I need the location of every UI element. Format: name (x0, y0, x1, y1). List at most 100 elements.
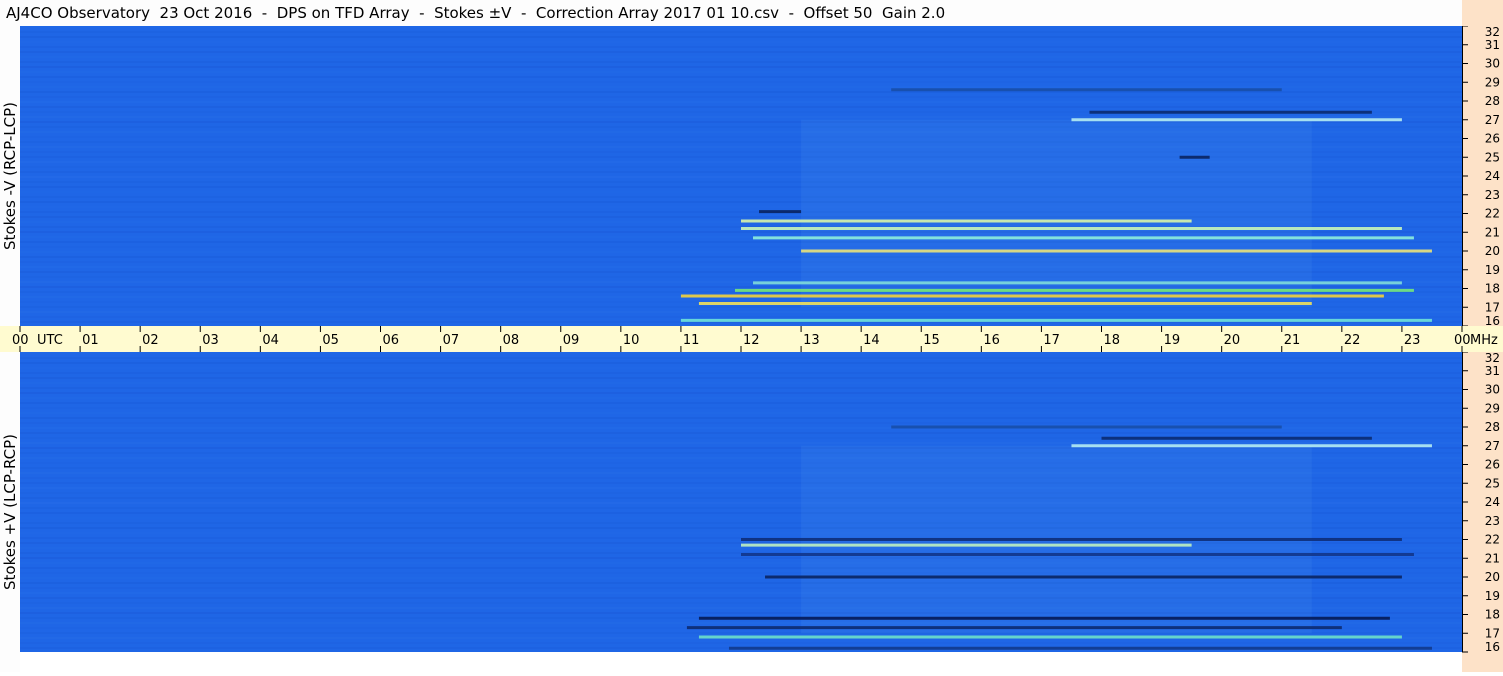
background-band (20, 316, 1462, 318)
time-tick-label: 10 (623, 333, 640, 348)
background-band (20, 407, 1462, 409)
emission-band (1101, 436, 1372, 440)
page-title: AJ4CO Observatory 23 Oct 2016 - DPS on T… (0, 0, 1462, 26)
emission-band (765, 575, 1402, 579)
time-tick-label: 13 (803, 333, 820, 348)
time-tick-label: 03 (202, 333, 219, 348)
background-band (20, 397, 1462, 399)
background-band (20, 81, 1462, 83)
background-band (20, 402, 1462, 404)
background-band (20, 357, 1462, 359)
emission-band (1179, 155, 1210, 159)
frequency-tick-label: 24 (1485, 495, 1500, 509)
time-tick-label: 02 (142, 333, 159, 348)
top-panel-ylabel-area: Stokes -V (RCP-LCP) (0, 26, 20, 326)
time-tick-label: 18 (1104, 333, 1121, 348)
bottom-frequency-axis: 16 17 18 19 20 21 22 23 24 25 26 27 28 29 30 31 32 (1462, 351, 1503, 672)
frequency-tick-label: 16 (1485, 640, 1500, 654)
frequency-tick-label: 19 (1485, 263, 1500, 277)
time-tick-label: 00 (12, 333, 29, 348)
time-tick-label: 23 (1404, 333, 1421, 348)
background-band (20, 66, 1462, 68)
bottom-frequency-axis-svg: 1617 18 19 20 21 22 23 24 25 26 27 28 29 30 3132 (1462, 351, 1500, 654)
frequency-tick-label: 21 (1485, 225, 1500, 239)
background-band (20, 432, 1462, 434)
background-band (20, 352, 1462, 354)
time-axis: 00 01 02 03 04 05 06 07 08 09 10 11 12 13 14 15 16 17 18 19… (0, 326, 1503, 352)
time-tick-label: 04 (262, 333, 279, 348)
top-panel-ylabel: Stokes -V (RCP-LCP) (1, 102, 19, 250)
frequency-tick-label: 23 (1485, 514, 1500, 528)
frequency-tick-label: 19 (1485, 589, 1500, 603)
frequency-tick-label: 20 (1485, 570, 1500, 584)
frequency-tick-label: 27 (1485, 113, 1500, 127)
time-tick-label: 01 (82, 333, 99, 348)
frequency-tick-label: 32 (1485, 352, 1500, 365)
emission-band (891, 88, 1282, 92)
time-tick-label: 21 (1284, 333, 1301, 348)
background-band (20, 642, 1462, 644)
emission-band (728, 646, 1432, 650)
axis-corner (1462, 0, 1503, 26)
time-tick-label: 16 (983, 333, 1000, 348)
frequency-tick-label: 31 (1485, 38, 1500, 52)
emission-band (741, 543, 1192, 547)
background-band (20, 417, 1462, 419)
frequency-tick-label: 30 (1485, 383, 1500, 397)
background-band (20, 116, 1462, 118)
frequency-tick-label: 20 (1485, 244, 1500, 258)
time-tick-label: 06 (383, 333, 400, 348)
bottom-spectrogram (20, 352, 1462, 652)
top-frequency-axis-svg: 1617 18 19 20 21 22 23 24 25 26 27 28 29 30 3132 (1462, 25, 1500, 328)
frequency-tick-label: 27 (1485, 439, 1500, 453)
frequency-tick-label: 25 (1485, 150, 1500, 164)
background-band (20, 51, 1462, 53)
top-frequency-axis: 16 17 18 19 20 21 22 23 24 25 26 27 28 29 30 31 32 (1462, 25, 1503, 328)
background-band (20, 101, 1462, 103)
background-band (20, 56, 1462, 58)
time-tick-label: 00 (1454, 333, 1471, 348)
background-band (20, 86, 1462, 88)
emission-band (680, 294, 1384, 298)
time-axis-svg: 00 01 02 03 04 05 06 07 08 09 10 11 12 13 14 15 16 17 18 19… (12, 326, 1498, 352)
background-band (20, 367, 1462, 369)
background-band (20, 41, 1462, 43)
time-unit-label: UTC (37, 333, 63, 348)
time-tick-label: 08 (503, 333, 520, 348)
background-band (20, 382, 1462, 384)
time-tick-label: 12 (743, 333, 760, 348)
time-tick-label: 14 (863, 333, 880, 348)
time-tick-label: 22 (1344, 333, 1361, 348)
emission-band (759, 210, 802, 214)
frequency-tick-label: 24 (1485, 169, 1500, 183)
time-tick-label: 20 (1224, 333, 1241, 348)
emission-band (741, 219, 1192, 223)
frequency-tick-label: 29 (1485, 401, 1500, 415)
background-band (20, 377, 1462, 379)
time-tick-label: 19 (1164, 333, 1181, 348)
emission-band (741, 553, 1414, 556)
frequency-tick-label: 17 (1485, 626, 1500, 640)
bottom-panel-ylabel: Stokes +V (LCP-RCP) (1, 434, 19, 590)
background-band (20, 61, 1462, 63)
background-band (20, 26, 1462, 28)
background-band (20, 46, 1462, 48)
background-band (20, 31, 1462, 33)
emission-band (741, 227, 1402, 230)
background-band (20, 442, 1462, 444)
frequency-unit-label: MHz (1470, 333, 1498, 348)
frequency-tick-label: 22 (1485, 533, 1500, 547)
top-spectrogram-plot (20, 26, 1462, 326)
time-tick-label: 17 (1043, 333, 1060, 348)
frequency-tick-label: 22 (1485, 207, 1500, 221)
background-band (20, 372, 1462, 374)
time-tick-label: 07 (443, 333, 460, 348)
emission-band (680, 318, 1432, 322)
frequency-tick-label: 31 (1485, 364, 1500, 378)
frequency-tick-label: 30 (1485, 57, 1500, 71)
time-tick-label: 05 (322, 333, 339, 348)
frequency-tick-label: 26 (1485, 132, 1500, 146)
background-band (20, 76, 1462, 78)
emission-band (698, 635, 1402, 639)
background-band (20, 422, 1462, 424)
